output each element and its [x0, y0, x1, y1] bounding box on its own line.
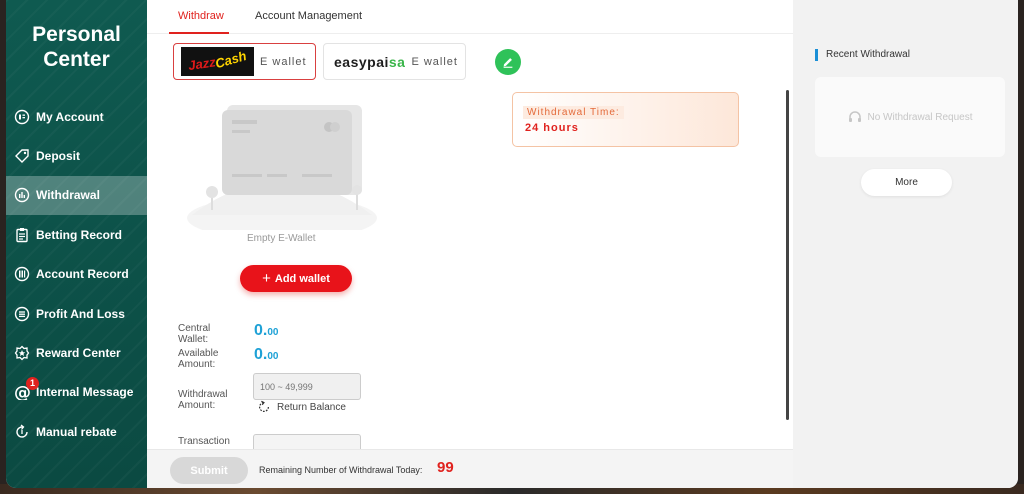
sidebar-title: Personal Center — [32, 23, 121, 71]
add-wallet-button[interactable]: + Add wallet — [240, 265, 352, 292]
ledger-icon — [14, 266, 30, 282]
gear-badge-icon — [14, 345, 30, 361]
empty-wallet-label: Empty E-Wallet — [247, 233, 316, 244]
id-card-icon — [14, 109, 30, 125]
vertical-scrollbar[interactable] — [786, 90, 789, 420]
transaction-password-input[interactable] — [253, 434, 361, 450]
tab-withdraw[interactable]: Withdraw — [178, 10, 224, 22]
withdrawal-time-value: 24 hours — [525, 122, 579, 134]
withdrawal-amount-label: Withdrawal Amount: — [178, 389, 228, 411]
available-amount-value: 0.00 — [254, 346, 279, 363]
edit-pencil-icon[interactable] — [495, 49, 521, 75]
central-wallet-amount: 0.00 — [254, 322, 279, 339]
sidebar-item-betting-record[interactable]: Betting Record — [6, 215, 147, 254]
easypaisa-wallet-button[interactable]: easypaisa E wallet — [323, 43, 466, 80]
easypaisa-logo: easypaisa — [334, 53, 406, 70]
clipboard-icon — [14, 227, 30, 243]
sidebar-item-reward-center[interactable]: Reward Center — [6, 333, 147, 372]
tab-bar: Withdraw Account Management — [147, 0, 793, 34]
submit-bar: Submit Remaining Number of Withdrawal To… — [147, 449, 793, 488]
sidebar-item-manual-rebate[interactable]: Manual rebate — [6, 412, 147, 451]
sidebar: Personal Center My Account Deposit Withd… — [6, 0, 147, 488]
plus-icon: + — [262, 270, 271, 287]
return-balance-button[interactable]: Return Balance — [257, 400, 346, 414]
recent-withdrawal-title: Recent Withdrawal — [815, 49, 910, 61]
sidebar-item-internal-message[interactable]: @ 1 Internal Message — [6, 373, 147, 412]
more-button[interactable]: More — [861, 169, 952, 196]
headset-icon — [849, 111, 862, 122]
sidebar-item-my-account[interactable]: My Account — [6, 97, 147, 136]
recent-withdrawal-panel: Recent Withdrawal No Withdrawal Request … — [793, 34, 1018, 488]
tab-account-management[interactable]: Account Management — [255, 10, 362, 22]
active-tab-indicator — [169, 32, 229, 34]
jazzcash-wallet-button[interactable]: JazzCash E wallet — [173, 43, 316, 80]
unread-badge: 1 — [26, 376, 39, 390]
tag-icon — [14, 148, 30, 164]
submit-button[interactable]: Submit — [170, 457, 248, 484]
list-circle-icon — [14, 306, 30, 322]
remaining-withdrawals-label: Remaining Number of Withdrawal Today: — [259, 465, 423, 475]
sidebar-nav: My Account Deposit Withdrawal Betting Re… — [6, 97, 147, 452]
withdrawal-amount-input[interactable] — [253, 373, 361, 400]
jazzcash-logo: JazzCash — [181, 47, 254, 76]
withdraw-panel: Withdraw Account Management JazzCash E w… — [147, 0, 793, 488]
rebate-icon — [14, 424, 30, 440]
sidebar-item-deposit[interactable]: Deposit — [6, 136, 147, 175]
transaction-label: Transaction — [178, 436, 230, 447]
sidebar-item-account-record[interactable]: Account Record — [6, 255, 147, 294]
available-amount-label: Available Amount: — [178, 348, 219, 370]
sidebar-item-withdrawal[interactable]: Withdrawal — [6, 175, 147, 216]
refresh-icon — [259, 400, 269, 412]
withdrawal-time-card: Withdrawal Time: 24 hours — [512, 92, 739, 147]
empty-wallet-illustration — [187, 105, 377, 230]
no-withdrawal-placeholder: No Withdrawal Request — [815, 77, 1005, 157]
sidebar-item-profit-and-loss[interactable]: Profit And Loss — [6, 294, 147, 333]
withdrawal-time-label: Withdrawal Time: — [523, 106, 624, 119]
central-wallet-label: Central Wallet: — [178, 323, 211, 345]
chart-icon — [14, 187, 30, 203]
personal-center-window: Personal Center My Account Deposit Withd… — [6, 0, 1018, 488]
remaining-withdrawals-count: 99 — [437, 459, 454, 476]
